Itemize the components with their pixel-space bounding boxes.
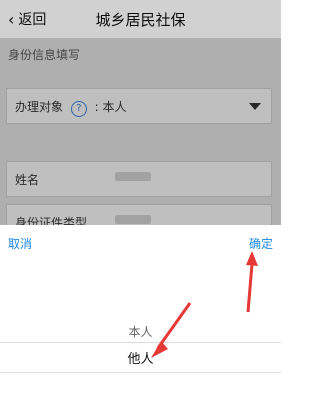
picker-divider — [0, 342, 281, 343]
picker-option-self[interactable]: 本人 — [0, 323, 281, 340]
picker-divider — [0, 372, 281, 373]
picker-option-other[interactable]: 他人 — [0, 348, 281, 367]
modal-overlay[interactable] — [0, 0, 281, 225]
confirm-button[interactable]: 确定 — [249, 235, 273, 252]
cancel-button[interactable]: 取消 — [8, 235, 32, 252]
option-picker: 取消 确定 本人 他人 — [0, 225, 281, 409]
picker-toolbar: 取消 确定 — [0, 225, 281, 261]
